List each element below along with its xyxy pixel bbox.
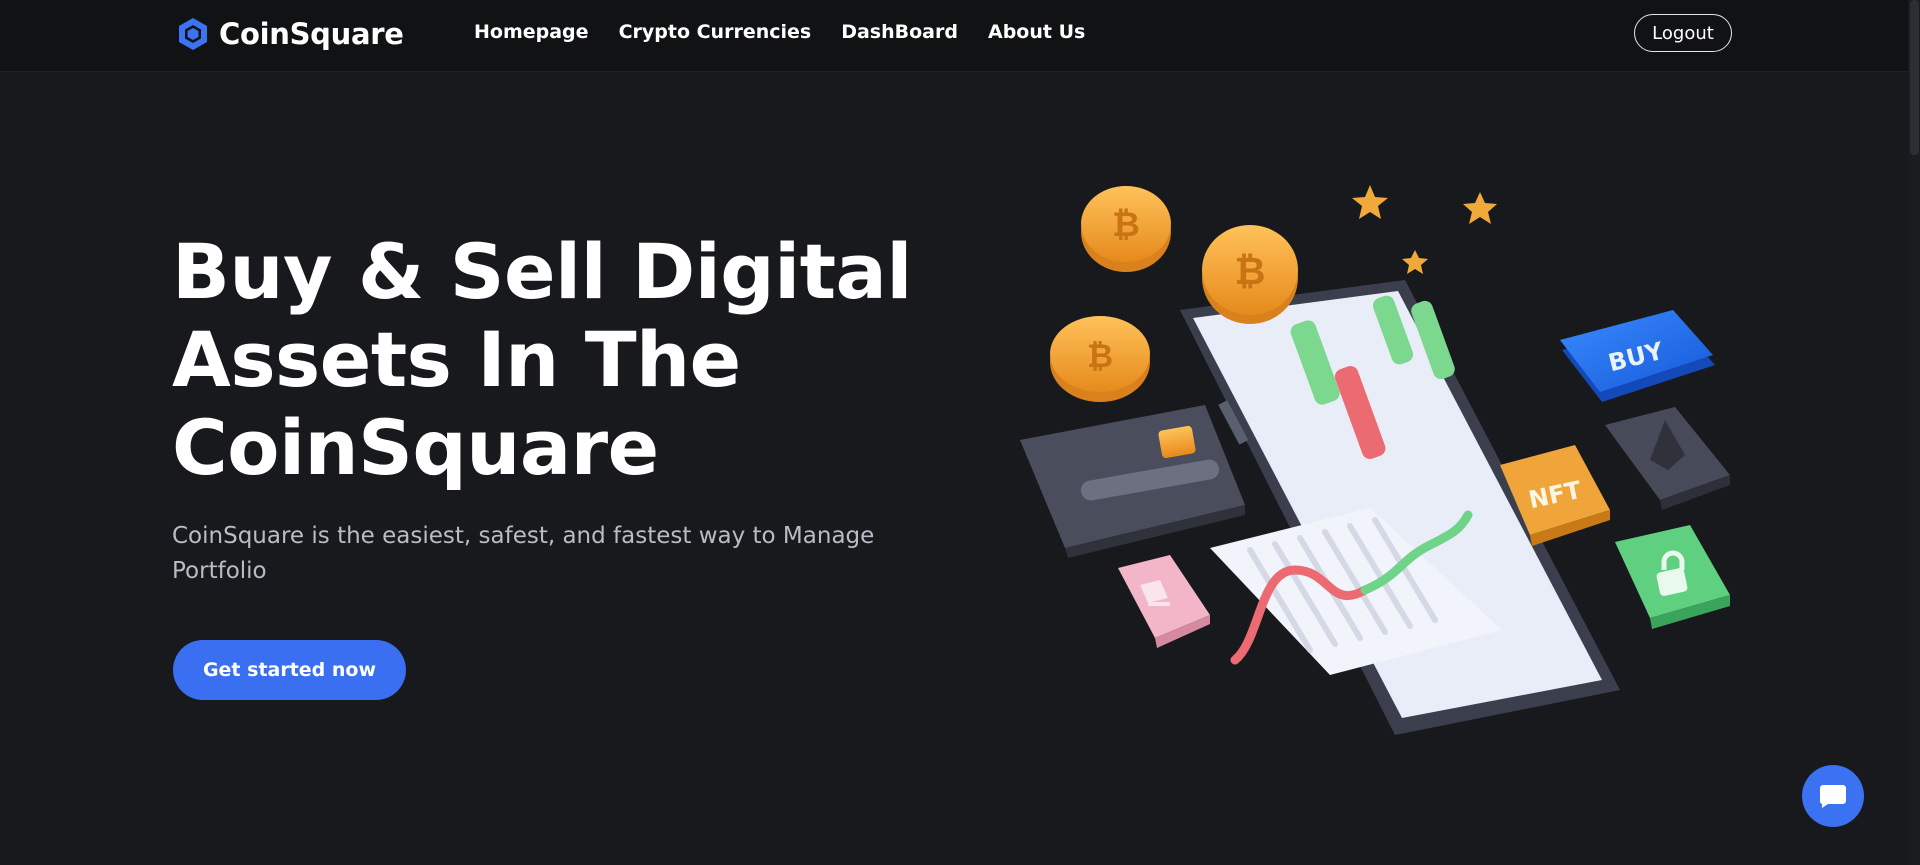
coin-symbol: ₿ [1087, 337, 1113, 375]
nav-dashboard[interactable]: DashBoard [841, 21, 958, 43]
cube-icon [179, 18, 207, 50]
ethereum-tile [1605, 407, 1730, 510]
scrollbar-thumb[interactable] [1910, 0, 1919, 155]
crypto-phone-illustration: ₿ ₿ ₿ BUY NFT [1020, 185, 1730, 735]
coin-symbol: ₿ [1235, 249, 1266, 293]
hero-title-line: Assets In The [172, 315, 741, 404]
hero-title-line: CoinSquare [172, 403, 659, 492]
brand-name: CoinSquare [219, 17, 404, 51]
logout-button[interactable]: Logout [1634, 14, 1732, 52]
brand-link[interactable]: CoinSquare [175, 15, 404, 53]
hero-title: Buy & Sell Digital Assets In The CoinSqu… [172, 228, 932, 492]
coin-symbol: ₿ [1112, 205, 1140, 245]
hero-subtitle: CoinSquare is the easiest, safest, and f… [172, 523, 875, 584]
buy-tile: BUY [1560, 310, 1715, 402]
get-started-button[interactable]: Get started now [173, 640, 406, 700]
bank-card [1020, 405, 1245, 558]
hero-title-line: Buy & Sell Digital [172, 227, 912, 316]
nav-crypto-currencies[interactable]: Crypto Currencies [619, 21, 812, 43]
chat-bubble-icon [1819, 785, 1846, 808]
main-nav: Homepage Crypto Currencies DashBoard Abo… [474, 21, 1115, 43]
top-navbar: CoinSquare Homepage Crypto Currencies Da… [0, 0, 1908, 72]
nav-about-us[interactable]: About Us [988, 21, 1085, 43]
chat-button[interactable] [1802, 765, 1864, 827]
lock-tile [1615, 525, 1730, 629]
nav-homepage[interactable]: Homepage [474, 21, 589, 43]
bank-tile [1118, 555, 1210, 648]
stars [1352, 185, 1497, 274]
